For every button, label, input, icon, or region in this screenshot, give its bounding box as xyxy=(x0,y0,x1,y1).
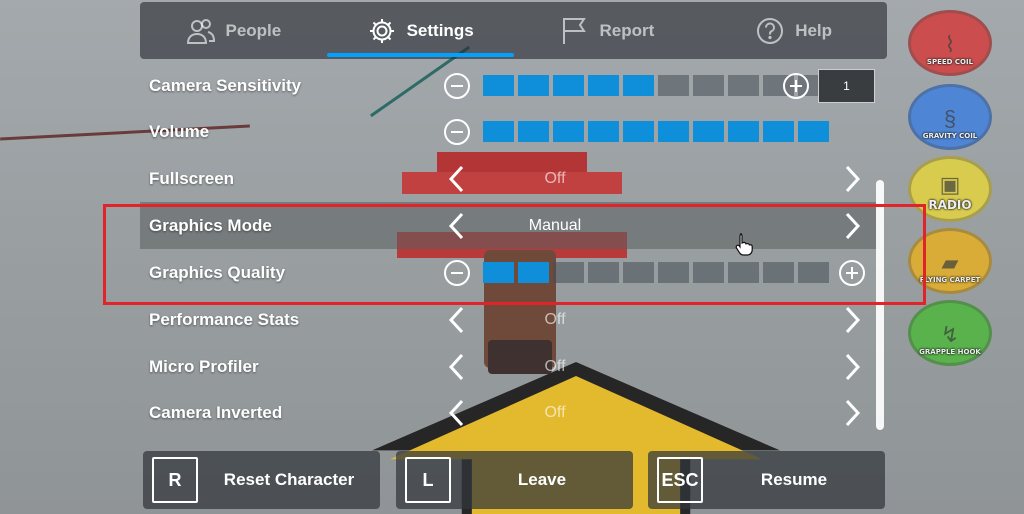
slider-segment[interactable] xyxy=(518,75,549,96)
tab-label: Settings xyxy=(406,20,474,40)
tool-label: Grapple Hook xyxy=(919,348,981,356)
tab-people[interactable]: People xyxy=(140,2,327,59)
setting-row-camera-sensitivity: Camera Sensitivity 1 xyxy=(140,62,880,109)
slider-segment[interactable] xyxy=(588,121,619,142)
slider-segment[interactable] xyxy=(658,121,689,142)
volume-slider[interactable] xyxy=(483,121,829,142)
slider-segment[interactable] xyxy=(518,121,549,142)
button-label: Resume xyxy=(760,470,828,489)
gear-icon xyxy=(369,18,394,43)
chevron-right-icon[interactable] xyxy=(840,352,864,382)
chevron-left-icon[interactable] xyxy=(445,305,469,335)
tool-speed-coil[interactable]: ⌇ Speed Coil xyxy=(908,10,992,76)
resume-button[interactable]: ESC Resume xyxy=(648,451,885,509)
slider-segment[interactable] xyxy=(693,75,724,96)
coil-icon: ⌇ xyxy=(944,32,956,57)
slider-segment[interactable] xyxy=(728,121,759,142)
chevron-right-icon[interactable] xyxy=(840,164,864,194)
setting-row-fullscreen: Fullscreen Off xyxy=(140,155,880,202)
speaker-icon: ▣ xyxy=(939,172,961,197)
setting-label: Fullscreen xyxy=(149,168,235,188)
tab-report[interactable]: Report xyxy=(514,2,701,59)
setting-value: Off xyxy=(544,169,566,187)
decrease-button[interactable] xyxy=(444,72,470,99)
reset-character-button[interactable]: R Reset Character xyxy=(143,451,380,509)
slider-segment[interactable] xyxy=(658,75,689,96)
tool-label: Speed Coil xyxy=(926,58,974,66)
keybind-hint: ESC xyxy=(657,457,703,503)
setting-label: Performance Stats xyxy=(149,309,300,329)
chevron-left-icon[interactable] xyxy=(445,352,469,382)
chevron-left-icon[interactable] xyxy=(445,398,469,428)
tool-grapple-hook[interactable]: ↯ Grapple Hook xyxy=(908,300,992,366)
chevron-right-icon[interactable] xyxy=(840,305,864,335)
setting-row-volume: Volume xyxy=(140,108,880,155)
camera-sensitivity-input[interactable]: 1 xyxy=(818,68,875,103)
spring-icon: § xyxy=(943,106,957,131)
setting-row-camera-inverted: Camera Inverted Off xyxy=(140,389,880,436)
flag-icon xyxy=(563,17,587,44)
tool-label: Flying Carpet xyxy=(919,276,981,284)
slider-segment[interactable] xyxy=(798,121,829,142)
tool-label: Radio xyxy=(928,198,972,212)
tab-settings[interactable]: Settings xyxy=(326,2,514,59)
tool-gravity-coil[interactable]: § Gravity Coil xyxy=(908,84,992,150)
slider-segment[interactable] xyxy=(728,75,759,96)
slider-segment[interactable] xyxy=(623,75,654,96)
people-icon xyxy=(186,18,215,44)
setting-label: Micro Profiler xyxy=(149,356,259,376)
tool-label: Gravity Coil xyxy=(922,132,978,140)
leave-button[interactable]: L Leave xyxy=(396,451,633,509)
increase-button[interactable] xyxy=(783,72,809,99)
slider-segment[interactable] xyxy=(483,121,514,142)
slider-segment[interactable] xyxy=(588,75,619,96)
mouse-cursor-icon xyxy=(735,233,753,256)
menu-tabs: People Settings Report Help xyxy=(140,2,887,59)
keybind-hint: L xyxy=(405,457,451,503)
tab-label: Report xyxy=(599,20,655,40)
tab-help[interactable]: Help xyxy=(700,2,887,59)
tab-label: People xyxy=(225,20,282,40)
slider-segment[interactable] xyxy=(553,75,584,96)
help-icon xyxy=(757,17,784,44)
chevron-left-icon[interactable] xyxy=(445,164,469,194)
slider-segment[interactable] xyxy=(693,121,724,142)
setting-value: Off xyxy=(544,357,566,375)
tab-label: Help xyxy=(795,20,833,40)
carpet-icon: ▰ xyxy=(941,250,959,275)
keybind-hint: R xyxy=(152,457,198,503)
setting-row-micro-profiler: Micro Profiler Off xyxy=(140,343,880,390)
setting-label: Camera Inverted xyxy=(149,402,283,422)
hook-icon: ↯ xyxy=(940,322,960,347)
button-label: Reset Character xyxy=(223,470,355,489)
slider-segment[interactable] xyxy=(483,75,514,96)
setting-value: Off xyxy=(544,310,566,328)
decrease-button[interactable] xyxy=(444,118,470,145)
setting-label: Volume xyxy=(149,121,210,141)
slider-segment[interactable] xyxy=(553,121,584,142)
slider-segment[interactable] xyxy=(623,121,654,142)
chevron-right-icon[interactable] xyxy=(840,398,864,428)
setting-label: Camera Sensitivity xyxy=(149,75,302,95)
button-label: Leave xyxy=(517,470,567,489)
setting-value: Off xyxy=(544,403,566,421)
annotation-highlight-box xyxy=(103,204,926,305)
slider-segment[interactable] xyxy=(763,121,794,142)
camera-sensitivity-slider[interactable] xyxy=(483,75,829,96)
